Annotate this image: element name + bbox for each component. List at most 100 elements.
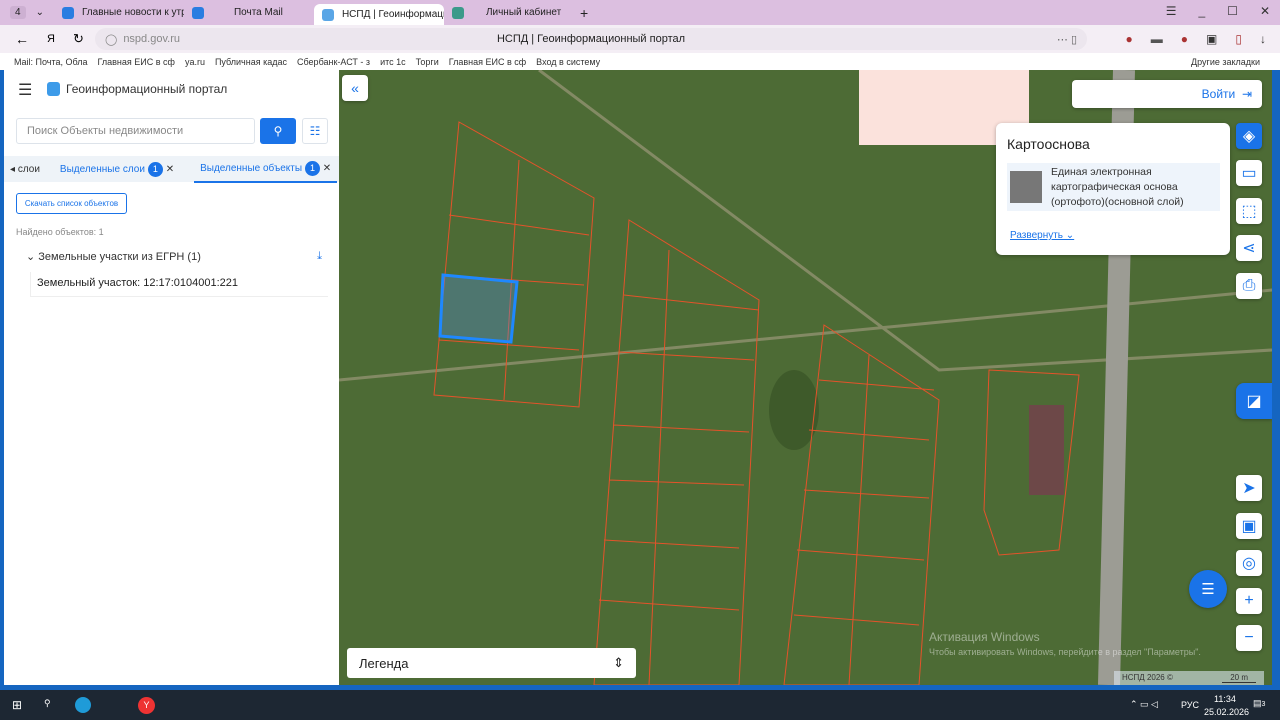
measure-button[interactable]: ▭ bbox=[1236, 160, 1262, 186]
basemap-layer[interactable]: Единая электронная картографическая осно… bbox=[1007, 163, 1220, 211]
extension-icon[interactable]: ▬ bbox=[1151, 32, 1163, 46]
expand-link[interactable]: Развернуть ⌄ bbox=[1010, 230, 1074, 241]
select-area-icon: ⬚ bbox=[1241, 203, 1257, 220]
expand-label: Развернуть bbox=[1010, 230, 1064, 241]
search-button[interactable]: ⚲ bbox=[260, 118, 296, 144]
new-tab-icon[interactable]: + bbox=[580, 5, 588, 21]
maximize-icon[interactable]: ☐ bbox=[1227, 4, 1238, 18]
tab-selected-layers[interactable]: Выделенные слои 1 ✕ bbox=[59, 161, 174, 177]
tab-label: Личный кабинет bbox=[485, 7, 562, 18]
tray-icons[interactable]: ⌃ ▭ ◁ bbox=[1130, 699, 1158, 710]
pdf-icon[interactable]: ▯ bbox=[1235, 32, 1242, 46]
geolocate-button[interactable]: ➤ bbox=[1236, 475, 1262, 501]
selected-parcel[interactable] bbox=[438, 273, 519, 344]
zoom-in-button[interactable]: + bbox=[1236, 588, 1262, 614]
close-icon[interactable]: ✕ bbox=[166, 164, 174, 175]
browser-tab[interactable]: Почта Mail bbox=[184, 2, 314, 23]
tab-selected-objects[interactable]: Выделенные объекты 1 ✕ bbox=[194, 156, 338, 183]
back-icon[interactable]: ← bbox=[15, 31, 29, 47]
print-button[interactable]: ⎙ bbox=[1236, 273, 1262, 299]
tab-label: Выделенные слои bbox=[59, 163, 145, 175]
minimize-icon[interactable]: _ bbox=[1198, 4, 1205, 18]
tab-layers[interactable]: ◂ слои bbox=[10, 164, 40, 175]
yandex-browser-icon[interactable]: Y bbox=[138, 697, 155, 714]
bookmark-icon[interactable]: ⋯ ▯ bbox=[1057, 33, 1077, 46]
chevron-down-icon[interactable]: ⌄ bbox=[36, 7, 44, 18]
browser-tab-bar: 4 ⌄ Главные новости к утру 2 Почта Mail … bbox=[0, 0, 1280, 25]
search-icon[interactable]: ⚲ bbox=[44, 698, 51, 709]
group-label: Земельные участки из ЕГРН (1) bbox=[38, 251, 201, 263]
tab-label: Главные новости к утру 2 bbox=[81, 7, 184, 18]
extension-icon[interactable]: ● bbox=[1126, 32, 1133, 46]
bookmark[interactable]: Главная ЕИС в сф bbox=[449, 57, 526, 67]
hamburger-menu-icon[interactable]: ☰ bbox=[18, 80, 32, 100]
close-icon[interactable]: ✕ bbox=[323, 163, 331, 174]
tab-count[interactable]: 4 bbox=[10, 6, 26, 19]
notifications-icon[interactable]: ▤3 bbox=[1253, 698, 1265, 709]
attribution: НСПД 2026 © 20 m bbox=[1114, 671, 1264, 685]
browser-tab-active[interactable]: НСПД | Геоинформаци× bbox=[313, 4, 444, 25]
minimap-button[interactable]: ▣ bbox=[1236, 513, 1262, 539]
zoom-out-button[interactable]: − bbox=[1236, 625, 1262, 651]
login-icon: ⇥ bbox=[1241, 87, 1252, 101]
assistant-icon: ◪ bbox=[1246, 393, 1262, 410]
assistant-button[interactable]: ◪ bbox=[1236, 383, 1272, 419]
portal-logo-icon bbox=[47, 82, 60, 96]
bookmark[interactable]: Главная ЕИС в сф bbox=[98, 57, 175, 67]
language-indicator[interactable]: РУС bbox=[1181, 700, 1199, 710]
side-panel: ☰ Геоинформационный портал Поиск Объекты… bbox=[4, 70, 339, 685]
basemap-title: Картооснова bbox=[1007, 136, 1090, 152]
browser-tab[interactable]: Личный кабинет bbox=[444, 2, 574, 23]
reload-icon[interactable]: ↻ bbox=[73, 31, 84, 47]
menu-icon[interactable]: ☰ bbox=[1166, 4, 1177, 18]
navigation-icon: ➤ bbox=[1242, 480, 1256, 497]
legend-label: Легенда bbox=[359, 655, 409, 671]
tab-favicon bbox=[191, 6, 204, 19]
extension-icon[interactable]: ● bbox=[1181, 32, 1188, 46]
browser-tab[interactable]: Главные новости к утру 2 bbox=[54, 2, 184, 23]
login-button[interactable]: Войти ⇥ bbox=[1072, 80, 1262, 108]
bookmark[interactable]: Вход в систему bbox=[536, 57, 600, 67]
download-icon[interactable]: ↓ bbox=[1260, 32, 1266, 46]
download-list-button[interactable]: Скачать список объектов bbox=[16, 193, 127, 214]
clock-date[interactable]: 25.02.2026 bbox=[1204, 707, 1249, 717]
bookmark[interactable]: Mail: Почта, Обла bbox=[14, 57, 88, 67]
legend-dropdown[interactable]: Легенда ⇕ bbox=[347, 648, 636, 678]
search-input[interactable]: Поиск Объекты недвижимости bbox=[16, 118, 255, 144]
other-bookmarks[interactable]: Другие закладки bbox=[1191, 57, 1260, 67]
list-item[interactable]: Земельный участок: 12:17:0104001:221 bbox=[30, 272, 328, 297]
group-header[interactable]: ⌄ Земельные участки из ЕГРН (1) ⤓ bbox=[26, 250, 326, 263]
bookmarks-bar: Mail: Почта, Обла Главная ЕИС в сф ya.ru… bbox=[0, 53, 1280, 70]
tab-label: Почта Mail bbox=[233, 7, 283, 18]
minus-icon: − bbox=[1244, 629, 1254, 646]
collapse-panel-button[interactable]: « bbox=[342, 75, 368, 101]
watermark-title: Активация Windows bbox=[929, 630, 1040, 644]
print-icon: ⎙ bbox=[1242, 277, 1256, 294]
filter-button[interactable]: ☷ bbox=[302, 118, 328, 144]
chat-button[interactable]: ☰ bbox=[1189, 570, 1227, 608]
share-button[interactable]: ⋖ bbox=[1236, 235, 1262, 261]
bookmark[interactable]: Публичная кадас bbox=[215, 57, 287, 67]
found-count: Найдено объектов: 1 bbox=[16, 227, 104, 237]
chat-icon: ☰ bbox=[1201, 581, 1215, 598]
clock-time[interactable]: 11:34 bbox=[1214, 694, 1236, 704]
start-icon[interactable]: ⊞ bbox=[12, 698, 22, 712]
select-area-button[interactable]: ⬚ bbox=[1236, 198, 1262, 224]
tab-label: слои bbox=[17, 163, 40, 175]
extension-icon[interactable]: ▣ bbox=[1206, 32, 1217, 46]
yandex-icon[interactable]: Я bbox=[47, 33, 55, 45]
bookmark[interactable]: итс 1с bbox=[380, 57, 406, 67]
locate-button[interactable]: ◎ bbox=[1236, 550, 1262, 576]
bookmark[interactable]: Торги bbox=[416, 57, 439, 67]
address-bar: ← Я ↻ ◯ nspd.gov.ru НСПД | Геоинформацио… bbox=[0, 25, 1280, 53]
url-field[interactable]: ◯ nspd.gov.ru НСПД | Геоинформационный п… bbox=[95, 28, 1087, 50]
map-view[interactable]: « Войти ⇥ Картооснова Единая электронная… bbox=[339, 70, 1272, 685]
edge-icon[interactable] bbox=[75, 697, 91, 713]
bookmark[interactable]: ya.ru bbox=[185, 57, 205, 67]
bookmark[interactable]: Сбербанк-АСТ - з bbox=[297, 57, 370, 67]
download-icon[interactable]: ⤓ bbox=[317, 250, 322, 263]
close-window-icon[interactable]: ✕ bbox=[1260, 4, 1270, 18]
login-label: Войти bbox=[1201, 87, 1236, 101]
layers-button[interactable]: ◈ bbox=[1236, 123, 1262, 149]
basemap-layer-label: Единая электронная картографическая осно… bbox=[1051, 165, 1184, 208]
